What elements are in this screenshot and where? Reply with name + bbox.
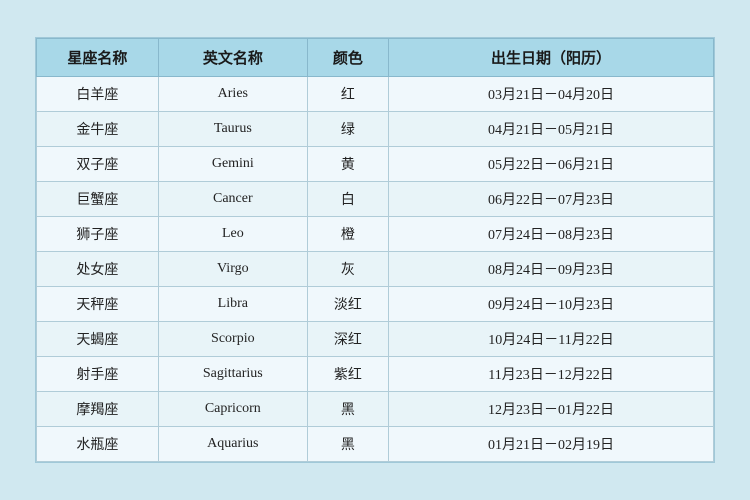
zodiac-table: 星座名称 英文名称 颜色 出生日期（阳历） 白羊座Aries红03月21日－04… <box>36 38 714 462</box>
cell-color: 白 <box>307 182 388 217</box>
header-color: 颜色 <box>307 39 388 77</box>
table-row: 水瓶座Aquarius黑01月21日－02月19日 <box>37 427 714 462</box>
cell-color: 红 <box>307 77 388 112</box>
cell-color: 淡红 <box>307 287 388 322</box>
cell-en: Taurus <box>158 112 307 147</box>
cell-en: Scorpio <box>158 322 307 357</box>
zodiac-table-container: 星座名称 英文名称 颜色 出生日期（阳历） 白羊座Aries红03月21日－04… <box>35 37 715 463</box>
table-row: 射手座Sagittarius紫红11月23日－12月22日 <box>37 357 714 392</box>
table-row: 天蝎座Scorpio深红10月24日－11月22日 <box>37 322 714 357</box>
table-row: 狮子座Leo橙07月24日－08月23日 <box>37 217 714 252</box>
cell-color: 黑 <box>307 427 388 462</box>
cell-date: 10月24日－11月22日 <box>389 322 714 357</box>
cell-zh: 巨蟹座 <box>37 182 159 217</box>
cell-zh: 摩羯座 <box>37 392 159 427</box>
table-row: 金牛座Taurus绿04月21日－05月21日 <box>37 112 714 147</box>
cell-en: Aries <box>158 77 307 112</box>
cell-date: 03月21日－04月20日 <box>389 77 714 112</box>
cell-zh: 白羊座 <box>37 77 159 112</box>
cell-zh: 水瓶座 <box>37 427 159 462</box>
cell-date: 07月24日－08月23日 <box>389 217 714 252</box>
cell-date: 08月24日－09月23日 <box>389 252 714 287</box>
table-row: 巨蟹座Cancer白06月22日－07月23日 <box>37 182 714 217</box>
cell-en: Cancer <box>158 182 307 217</box>
cell-zh: 处女座 <box>37 252 159 287</box>
cell-zh: 天秤座 <box>37 287 159 322</box>
cell-en: Gemini <box>158 147 307 182</box>
cell-date: 05月22日－06月21日 <box>389 147 714 182</box>
cell-color: 紫红 <box>307 357 388 392</box>
table-row: 处女座Virgo灰08月24日－09月23日 <box>37 252 714 287</box>
header-date: 出生日期（阳历） <box>389 39 714 77</box>
cell-date: 01月21日－02月19日 <box>389 427 714 462</box>
cell-color: 黄 <box>307 147 388 182</box>
cell-date: 11月23日－12月22日 <box>389 357 714 392</box>
cell-en: Leo <box>158 217 307 252</box>
cell-en: Virgo <box>158 252 307 287</box>
table-header-row: 星座名称 英文名称 颜色 出生日期（阳历） <box>37 39 714 77</box>
table-row: 天秤座Libra淡红09月24日－10月23日 <box>37 287 714 322</box>
cell-date: 12月23日－01月22日 <box>389 392 714 427</box>
header-en-name: 英文名称 <box>158 39 307 77</box>
table-row: 摩羯座Capricorn黑12月23日－01月22日 <box>37 392 714 427</box>
cell-zh: 狮子座 <box>37 217 159 252</box>
table-row: 白羊座Aries红03月21日－04月20日 <box>37 77 714 112</box>
table-body: 白羊座Aries红03月21日－04月20日金牛座Taurus绿04月21日－0… <box>37 77 714 462</box>
cell-date: 09月24日－10月23日 <box>389 287 714 322</box>
cell-color: 橙 <box>307 217 388 252</box>
cell-zh: 双子座 <box>37 147 159 182</box>
cell-en: Capricorn <box>158 392 307 427</box>
cell-zh: 天蝎座 <box>37 322 159 357</box>
cell-en: Libra <box>158 287 307 322</box>
cell-color: 绿 <box>307 112 388 147</box>
cell-date: 06月22日－07月23日 <box>389 182 714 217</box>
cell-zh: 金牛座 <box>37 112 159 147</box>
cell-en: Sagittarius <box>158 357 307 392</box>
header-zh-name: 星座名称 <box>37 39 159 77</box>
cell-color: 灰 <box>307 252 388 287</box>
cell-en: Aquarius <box>158 427 307 462</box>
cell-zh: 射手座 <box>37 357 159 392</box>
table-row: 双子座Gemini黄05月22日－06月21日 <box>37 147 714 182</box>
cell-date: 04月21日－05月21日 <box>389 112 714 147</box>
cell-color: 深红 <box>307 322 388 357</box>
cell-color: 黑 <box>307 392 388 427</box>
